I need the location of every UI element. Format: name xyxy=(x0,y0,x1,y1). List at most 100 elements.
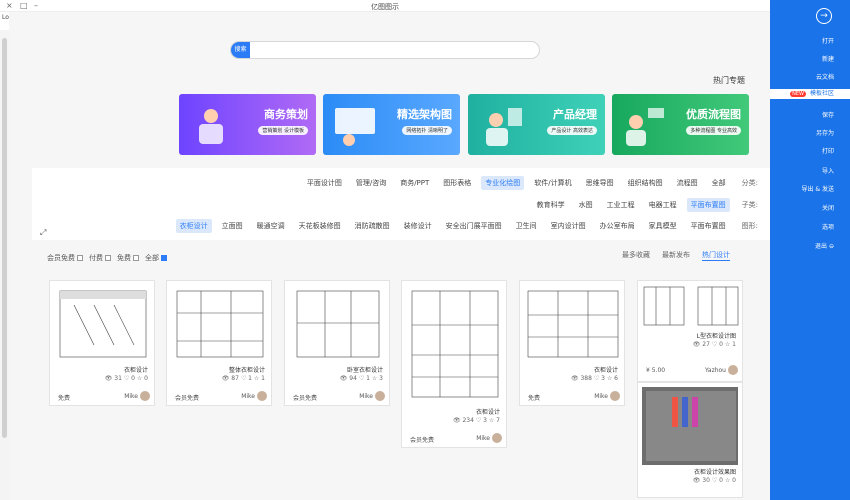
check-member-free[interactable]: 会员免费 xyxy=(47,253,83,263)
filter-option[interactable]: 教育科学 xyxy=(533,198,569,212)
banner-subtitle: 网络拓扑 清晰明了 xyxy=(402,126,452,135)
back-arrow-icon[interactable]: → xyxy=(816,8,832,24)
filter-option[interactable]: 流程图 xyxy=(673,176,702,190)
menu-exit[interactable]: 退出 ⊖ xyxy=(815,241,834,250)
favs-count: 3 xyxy=(379,375,383,382)
menu-open[interactable]: 打开 xyxy=(822,36,834,45)
filter-row-category: 分类: 全部 流程图 组织结构图 思维导图 软件/计算机 专业化绘图 图形表格 … xyxy=(303,176,758,190)
menu-print[interactable]: 打印 xyxy=(822,146,834,155)
filter-option[interactable]: 家具模型 xyxy=(645,219,681,233)
card-footer: Yazhou ¥ 5.00 xyxy=(642,365,738,377)
check-label: 免费 xyxy=(117,254,131,262)
filter-option-active[interactable]: 衣柜设计 xyxy=(175,219,212,233)
likes-count: 0 xyxy=(131,375,135,382)
banner-subtitle: 多种流程图 专业高效 xyxy=(686,126,741,135)
filter-option-active[interactable]: 平面布置图 xyxy=(686,198,730,212)
expand-icon[interactable]: ⤢ xyxy=(40,228,46,238)
banner-business[interactable]: 商务策划 营销策划 设计模板 xyxy=(179,94,316,155)
checkbox[interactable] xyxy=(133,255,139,261)
filter-label: 子类: xyxy=(741,201,758,209)
filter-option[interactable]: 暖通空调 xyxy=(253,219,289,233)
menu-export-send[interactable]: 导出 & 发送 xyxy=(802,184,835,193)
avatar xyxy=(492,433,502,443)
avatar xyxy=(257,391,267,401)
section-title: 热门专题 xyxy=(713,76,745,85)
minimize-icon[interactable]: – xyxy=(34,1,38,10)
card-thumbnail xyxy=(289,285,385,363)
filter-option[interactable]: 消防疏散图 xyxy=(351,219,394,233)
checkbox[interactable] xyxy=(105,255,111,261)
check-label: 付费 xyxy=(89,254,103,262)
filter-option[interactable]: 装修设计 xyxy=(400,219,436,233)
filter-option-active[interactable]: 专业化绘图 xyxy=(481,176,525,190)
filter-option[interactable]: 商务/PPT xyxy=(396,176,433,190)
menu-save[interactable]: 保存 xyxy=(822,110,834,119)
filter-option[interactable]: 立面图 xyxy=(218,219,247,233)
exit-icon: ⊖ xyxy=(828,243,834,250)
filter-option[interactable]: 工业工程 xyxy=(603,198,639,212)
menu-template-community[interactable]: NEW 模板社区 xyxy=(770,89,850,99)
template-card[interactable]: 衣柜设计 👁 31 ♡ 0 ☆ 0 Mike 免费 xyxy=(49,280,155,406)
filter-option[interactable]: 卫生间 xyxy=(512,219,541,233)
check-paid[interactable]: 付费 xyxy=(89,253,111,263)
banner-product[interactable]: 产品经理 产品设计 高效表达 xyxy=(468,94,605,155)
filter-option[interactable]: 思维导图 xyxy=(582,176,618,190)
favs-count: 0 xyxy=(144,375,148,382)
menu-save-as[interactable]: 另存为 xyxy=(816,128,834,137)
menu-cloud[interactable]: 云文档 xyxy=(816,72,834,81)
filter-option[interactable]: 软件/计算机 xyxy=(530,176,575,190)
filter-option[interactable]: 平面布置图 xyxy=(687,219,730,233)
filter-option[interactable]: 天花板装修图 xyxy=(295,219,345,233)
filter-option[interactable]: 平面设计图 xyxy=(303,176,346,190)
favs-count: 1 xyxy=(732,341,736,348)
card-thumbnail xyxy=(524,285,620,363)
banner-architecture[interactable]: 精选架构图 网络拓扑 清晰明了 xyxy=(323,94,460,155)
template-card[interactable]: L型衣柜设计图 👁 27 ♡ 0 ☆ 1 Yazhou ¥ 5.00 xyxy=(637,280,743,382)
views-count: 27 xyxy=(702,341,710,348)
filter-option[interactable]: 图形表格 xyxy=(439,176,475,190)
check-all[interactable]: 全部 xyxy=(145,253,167,263)
views-count: 87 xyxy=(231,375,239,382)
filter-option[interactable]: 管理/咨询 xyxy=(352,176,390,190)
scrollbar[interactable] xyxy=(0,30,9,500)
filter-option[interactable]: 办公室布局 xyxy=(596,219,639,233)
tab-newest[interactable]: 最新发布 xyxy=(662,250,690,261)
favs-count: 6 xyxy=(614,375,618,382)
checkbox[interactable] xyxy=(77,255,83,261)
banner-flowchart[interactable]: 优质流程图 多种流程图 专业高效 xyxy=(612,94,749,155)
filter-option[interactable]: 水图 xyxy=(575,198,597,212)
filter-option[interactable]: 安全出门展平面图 xyxy=(442,219,506,233)
filter-option[interactable]: 组织结构图 xyxy=(624,176,667,190)
template-card[interactable]: 衣柜设计效果图 👁 30 ♡ 0 ☆ 0 xyxy=(637,382,743,498)
menu-options[interactable]: 选项 xyxy=(822,222,834,231)
menu-import[interactable]: 导入 xyxy=(822,166,834,175)
menu-close[interactable]: 关闭 xyxy=(822,203,834,212)
search-box[interactable]: 搜索 xyxy=(230,41,540,59)
scrollbar-thumb[interactable] xyxy=(2,38,7,438)
filter-row-subject: 图形: 平面布置图 家具模型 办公室布局 室内设计图 卫生间 安全出门展平面图 … xyxy=(175,219,758,233)
template-card[interactable]: 整体衣柜设计 👁 87 ♡ 1 ☆ 1 Mike 会员免费 xyxy=(166,280,272,406)
card-stats: 👁 27 ♡ 0 ☆ 1 xyxy=(692,341,736,348)
filter-option[interactable]: 全部 xyxy=(708,176,730,190)
check-label: 会员免费 xyxy=(47,254,75,262)
likes-count: 1 xyxy=(248,375,252,382)
template-card[interactable]: 衣柜设计 👁 388 ♡ 3 ☆ 6 Mike 免费 xyxy=(519,280,625,406)
banner-illustration xyxy=(331,102,379,150)
tab-most-fav[interactable]: 最多收藏 xyxy=(622,250,650,261)
check-free[interactable]: 免费 xyxy=(117,253,139,263)
maximize-icon[interactable]: □ xyxy=(20,1,28,10)
template-card[interactable]: 衣柜设计 👁 234 ♡ 3 ☆ 7 Mike 会员免费 xyxy=(401,280,507,448)
menu-new[interactable]: 新建 xyxy=(822,54,834,63)
template-card[interactable]: 卧室衣柜设计 👁 94 ♡ 1 ☆ 3 Mike 会员免费 xyxy=(284,280,390,406)
banner-title: 商务策划 xyxy=(264,108,308,121)
close-icon[interactable]: × xyxy=(6,1,13,10)
search-button[interactable]: 搜索 xyxy=(231,42,250,58)
card-title: 卧室衣柜设计 xyxy=(346,367,383,374)
card-thumbnail xyxy=(406,285,502,403)
filter-option[interactable]: 室内设计图 xyxy=(547,219,590,233)
checkbox-checked[interactable] xyxy=(161,255,167,261)
card-price: 免费 xyxy=(528,395,541,402)
tab-hot[interactable]: 热门设计 xyxy=(702,250,730,261)
card-author: Mike xyxy=(359,393,373,400)
filter-option[interactable]: 电器工程 xyxy=(645,198,681,212)
